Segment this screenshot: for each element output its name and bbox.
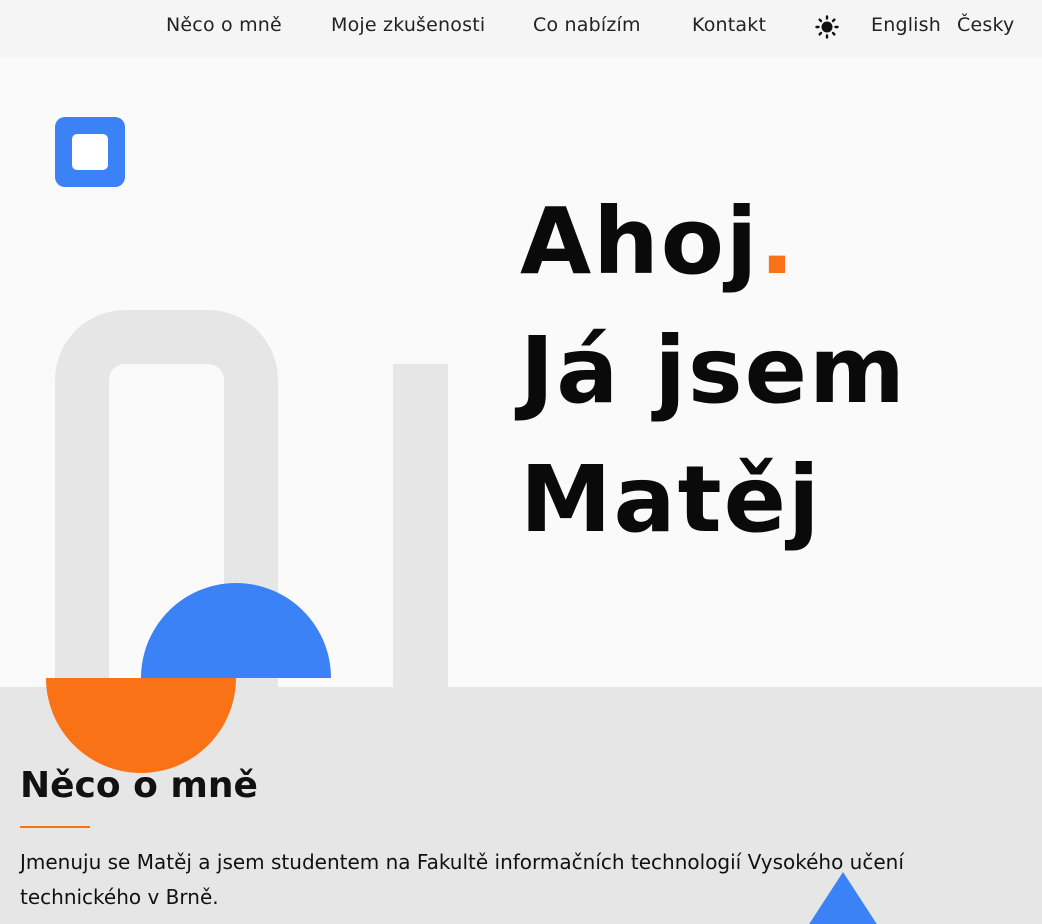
logo-inner-square (72, 134, 108, 170)
nav-link-about[interactable]: Něco o mně (166, 14, 282, 36)
hero-headline: Ahoj. Já jsem Matěj (520, 177, 907, 564)
hero-line-intro: Já jsem (520, 317, 907, 424)
hero-section: Ahoj. Já jsem Matěj (0, 57, 1042, 687)
decorative-blue-triangle (804, 872, 882, 924)
nav-link-offer[interactable]: Co nabízím (533, 14, 641, 36)
hero-line-greeting: Ahoj. (520, 177, 907, 306)
heading-underline (20, 826, 90, 828)
lang-czech-link[interactable]: Česky (957, 14, 1014, 36)
hero-line-name: Matěj (520, 446, 822, 553)
sun-icon[interactable] (815, 15, 839, 39)
decorative-bar-shape (393, 364, 448, 687)
hero-greeting-dot: . (759, 188, 797, 295)
nav-link-experience[interactable]: Moje zkušenosti (331, 14, 485, 36)
nav-link-contact[interactable]: Kontakt (692, 14, 766, 36)
top-navigation: Něco o mně Moje zkušenosti Co nabízím Ko… (0, 0, 1042, 57)
lang-english-link[interactable]: English (871, 14, 941, 36)
hero-greeting-text: Ahoj (520, 188, 760, 295)
site-logo[interactable] (55, 117, 125, 187)
